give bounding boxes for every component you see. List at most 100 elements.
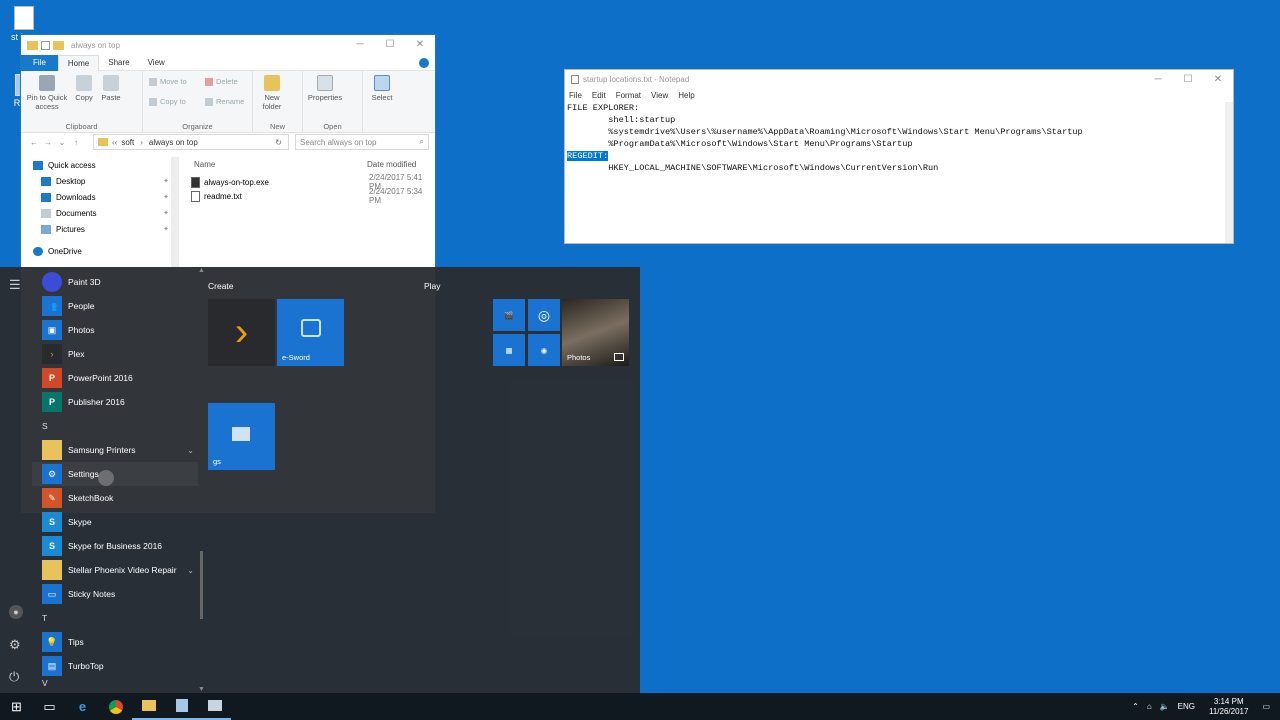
- menu-help[interactable]: Help: [678, 91, 694, 100]
- notepad-text-area[interactable]: FILE EXPLORER: shell:startup %systemdriv…: [565, 102, 1233, 174]
- menu-view[interactable]: View: [651, 91, 668, 100]
- app-tips[interactable]: 💡 Tips: [32, 630, 198, 654]
- forward-icon[interactable]: →: [41, 138, 55, 147]
- app-sketchbook[interactable]: ✎ SketchBook: [32, 486, 198, 510]
- tile-esword[interactable]: e-Sword: [277, 299, 344, 366]
- letter-header-s[interactable]: S: [32, 414, 198, 438]
- minimize-button[interactable]: ─: [345, 35, 375, 53]
- nav-documents[interactable]: Documents ✦: [21, 205, 173, 221]
- refresh-icon[interactable]: ↻: [275, 138, 282, 147]
- tile-gs[interactable]: gs: [208, 403, 275, 470]
- hamburger-menu-icon[interactable]: ☰: [9, 277, 21, 293]
- properties-button[interactable]: Properties: [305, 75, 345, 102]
- taskbar-chrome[interactable]: [99, 693, 132, 720]
- letter-header-v[interactable]: V: [32, 678, 198, 688]
- breadcrumb-current[interactable]: always on top: [149, 138, 198, 147]
- app-publisher[interactable]: P Publisher 2016: [32, 390, 198, 414]
- close-button[interactable]: ✕: [1203, 70, 1233, 88]
- maximize-button[interactable]: ☐: [1173, 70, 1203, 88]
- settings-gear-icon[interactable]: ⚙: [9, 637, 21, 653]
- notepad-scrollbar[interactable]: [1225, 102, 1233, 243]
- app-paint-3d[interactable]: Paint 3D: [32, 270, 198, 294]
- properties-quick-icon[interactable]: [41, 40, 50, 50]
- nav-onedrive[interactable]: OneDrive: [21, 243, 173, 259]
- chevron-down-icon[interactable]: ⌄: [187, 446, 194, 455]
- up-icon[interactable]: ↑: [69, 138, 83, 147]
- language-indicator[interactable]: ENG: [1178, 702, 1195, 711]
- tile-camera[interactable]: ◉: [528, 334, 560, 366]
- address-bar[interactable]: ‹‹ soft › always on top ↻: [93, 134, 289, 150]
- app-list-scrollbar[interactable]: ▲ ▼: [198, 267, 206, 693]
- tile-photos[interactable]: Photos: [562, 299, 629, 366]
- chevron-up-icon[interactable]: ⌃: [1132, 702, 1139, 711]
- notification-icon[interactable]: ▭: [1262, 702, 1270, 711]
- nav-pictures[interactable]: Pictures ✦: [21, 221, 173, 237]
- new-folder-button[interactable]: New folder: [259, 75, 285, 111]
- taskbar-edge[interactable]: e: [66, 693, 99, 720]
- app-samsung-printers[interactable]: Samsung Printers ⌄: [32, 438, 198, 462]
- tab-share[interactable]: Share: [99, 55, 138, 71]
- app-skype-business[interactable]: S Skype for Business 2016: [32, 534, 198, 558]
- scroll-down-icon[interactable]: ▼: [198, 686, 205, 693]
- minimize-button[interactable]: ─: [1143, 70, 1173, 88]
- explorer-titlebar[interactable]: always on top ─ ☐ ✕: [21, 35, 435, 55]
- task-view-button[interactable]: ▭: [33, 693, 66, 720]
- delete-button[interactable]: Delete: [205, 77, 238, 86]
- taskbar-notepad[interactable]: [165, 693, 198, 720]
- maximize-button[interactable]: ☐: [375, 35, 405, 53]
- taskbar-file-explorer[interactable]: [132, 693, 165, 720]
- menu-format[interactable]: Format: [616, 91, 641, 100]
- tile-group-play[interactable]: Play: [424, 281, 441, 291]
- app-powerpoint[interactable]: P PowerPoint 2016: [32, 366, 198, 390]
- user-avatar-icon[interactable]: ●: [9, 605, 23, 619]
- menu-file[interactable]: File: [569, 91, 582, 100]
- copy-to-button[interactable]: Copy to: [149, 97, 186, 106]
- app-settings[interactable]: ⚙ Settings: [32, 462, 198, 486]
- nav-downloads[interactable]: Downloads ✦: [21, 189, 173, 205]
- start-button[interactable]: ⊞: [0, 693, 33, 720]
- letter-header-t[interactable]: T: [32, 606, 198, 630]
- app-people[interactable]: 👥 People: [32, 294, 198, 318]
- scroll-thumb[interactable]: [200, 551, 203, 619]
- chevron-down-icon[interactable]: ⌄: [187, 566, 194, 575]
- tab-view[interactable]: View: [139, 55, 174, 71]
- app-photos[interactable]: ▣ Photos: [32, 318, 198, 342]
- tab-file[interactable]: File: [21, 54, 58, 71]
- help-icon[interactable]: [419, 57, 429, 68]
- select-button[interactable]: Select: [367, 75, 397, 102]
- back-icon[interactable]: ←: [27, 138, 41, 147]
- app-skype[interactable]: S Skype: [32, 510, 198, 534]
- tile-movies[interactable]: 🎬: [493, 299, 525, 331]
- tile-calculator[interactable]: ▦: [493, 334, 525, 366]
- pin-quick-access-button[interactable]: Pin to Quick access: [23, 75, 71, 111]
- breadcrumb-soft[interactable]: soft: [121, 138, 134, 147]
- column-name[interactable]: Name: [194, 160, 215, 169]
- power-icon[interactable]: ⏻: [9, 669, 19, 685]
- recent-chevron-icon[interactable]: ⌄: [55, 138, 69, 147]
- network-icon[interactable]: ⌂: [1147, 702, 1152, 711]
- taskbar-app[interactable]: [198, 693, 231, 720]
- copy-button[interactable]: Copy: [73, 75, 95, 102]
- tile-group-create[interactable]: Create: [208, 281, 234, 291]
- tab-home[interactable]: Home: [57, 54, 100, 71]
- paste-button[interactable]: Paste: [99, 75, 123, 102]
- file-row[interactable]: readme.txt 2/24/2017 5:34 PM: [191, 187, 435, 205]
- app-sticky-notes[interactable]: ▭ Sticky Notes: [32, 582, 198, 606]
- rename-button[interactable]: Rename: [205, 97, 244, 106]
- close-button[interactable]: ✕: [405, 35, 435, 53]
- scroll-up-icon[interactable]: ▲: [198, 267, 205, 274]
- move-to-button[interactable]: Move to: [149, 77, 187, 86]
- menu-edit[interactable]: Edit: [592, 91, 606, 100]
- column-date[interactable]: Date modified: [367, 160, 416, 169]
- clock[interactable]: 3:14 PM 11/26/2017: [1209, 697, 1248, 717]
- nav-quick-access[interactable]: Quick access: [21, 157, 173, 173]
- tile-groove[interactable]: ◎: [528, 299, 560, 331]
- new-folder-quick-icon[interactable]: [53, 40, 64, 50]
- app-stellar-phoenix[interactable]: Stellar Phoenix Video Repair ⌄: [32, 558, 198, 582]
- notepad-titlebar[interactable]: startup locations.txt - Notepad ─ ☐ ✕: [565, 70, 1233, 88]
- tile-plex[interactable]: ›: [208, 299, 275, 366]
- nav-desktop[interactable]: Desktop ✦: [21, 173, 173, 189]
- app-plex[interactable]: › Plex: [32, 342, 198, 366]
- volume-icon[interactable]: 🔈: [1160, 702, 1170, 711]
- app-turbotop[interactable]: ▤ TurboTop: [32, 654, 198, 678]
